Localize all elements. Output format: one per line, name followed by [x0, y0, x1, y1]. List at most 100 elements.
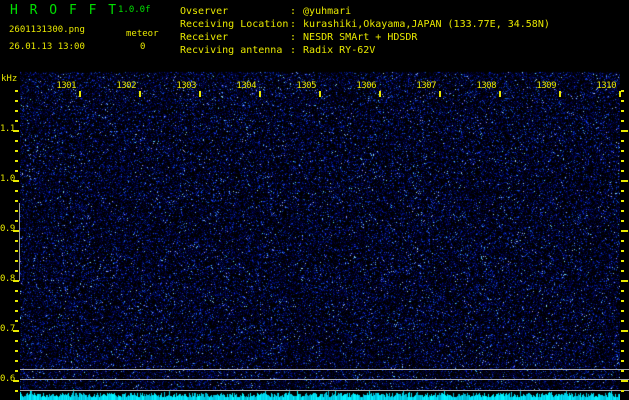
freq-tick-label: 1.1 — [0, 124, 15, 134]
meteor-count: 0 — [140, 42, 146, 52]
freq-major-tick-right — [621, 230, 628, 232]
freq-minor-tick-right — [621, 250, 624, 252]
time-tick — [199, 91, 201, 97]
time-tick — [559, 91, 561, 97]
freq-minor-tick — [15, 100, 18, 102]
freq-minor-tick-right — [621, 90, 624, 92]
freq-minor-tick — [15, 210, 18, 212]
info-row-location: Receiving Location: kurashiki,Okayama,JAP… — [180, 18, 550, 31]
freq-minor-tick-right — [621, 210, 624, 212]
freq-minor-tick-right — [621, 160, 624, 162]
freq-minor-tick — [15, 150, 18, 152]
info-label: Ovserver — [180, 6, 229, 17]
time-tick-label: 1305 — [296, 81, 316, 91]
freq-minor-tick — [15, 350, 18, 352]
freq-minor-tick-right — [621, 270, 624, 272]
freq-minor-tick — [15, 320, 18, 322]
time-tick — [259, 91, 261, 97]
freq-minor-tick — [15, 140, 18, 142]
freq-major-tick-right — [621, 130, 628, 132]
freq-minor-tick-right — [621, 320, 624, 322]
info-label: Recviving antenna — [180, 45, 283, 56]
freq-major-tick — [13, 130, 19, 132]
freq-minor-tick-right — [621, 360, 624, 362]
freq-minor-tick — [15, 190, 18, 192]
freq-axis-unit-label: kHz — [1, 74, 18, 84]
freq-minor-tick — [15, 200, 18, 202]
freq-minor-tick-right — [621, 290, 624, 292]
freq-tick-label: 0.7 — [0, 324, 15, 334]
info-row-antenna: Recviving antenna: Radix RY-62V — [180, 44, 550, 57]
freq-minor-tick — [15, 110, 18, 112]
freq-minor-tick — [15, 250, 18, 252]
freq-minor-tick-right — [621, 370, 624, 372]
freq-minor-tick — [15, 270, 18, 272]
info-value: NESDR SMArt + HDSDR — [303, 32, 418, 43]
time-tick-label: 1304 — [236, 81, 256, 91]
freq-minor-tick-right — [621, 200, 624, 202]
time-tick-label: 1307 — [416, 81, 436, 91]
freq-minor-tick-right — [621, 220, 624, 222]
time-tick-label: 1302 — [116, 81, 136, 91]
freq-minor-tick-right — [621, 300, 624, 302]
freq-major-tick-right — [621, 330, 628, 332]
freq-minor-tick — [15, 390, 18, 392]
freq-major-tick — [13, 330, 19, 332]
info-row-observer: Ovserver: @yuhmari — [180, 5, 550, 18]
freq-minor-tick-right — [621, 140, 624, 142]
info-row-receiver: Receiver: NESDR SMArt + HDSDR — [180, 31, 550, 44]
time-tick — [439, 91, 441, 97]
time-tick — [139, 91, 141, 97]
info-value: kurashiki,Okayama,JAPAN (133.77E, 34.58N… — [303, 19, 550, 30]
freq-tick-label: 1.0 — [0, 174, 15, 184]
freq-minor-tick-right — [621, 350, 624, 352]
reference-line-middle — [20, 379, 629, 380]
reference-line-upper — [20, 369, 629, 370]
spectrogram-canvas — [20, 70, 620, 400]
left-edge-marker-line — [19, 203, 20, 281]
freq-minor-tick-right — [621, 170, 624, 172]
freq-minor-tick — [15, 240, 18, 242]
info-value: @yuhmari — [303, 6, 352, 17]
time-tick-label: 1308 — [476, 81, 496, 91]
freq-major-tick-right — [621, 180, 628, 182]
app-version: 1.0.0f — [118, 5, 151, 15]
freq-minor-tick-right — [621, 100, 624, 102]
time-tick — [379, 91, 381, 97]
observation-info: Ovserver: @yuhmari Receiving Location: kur… — [180, 5, 550, 57]
freq-minor-tick — [15, 370, 18, 372]
info-label: Receiving Location — [180, 19, 289, 30]
app-title: H R O F F T — [10, 3, 119, 18]
freq-minor-tick — [15, 360, 18, 362]
freq-minor-tick-right — [621, 240, 624, 242]
freq-minor-tick — [15, 300, 18, 302]
freq-tick-label: 0.6 — [0, 374, 15, 384]
freq-major-tick — [13, 230, 19, 232]
observation-datetime: 26.01.13 13:00 — [9, 42, 85, 52]
freq-major-tick — [13, 380, 19, 382]
freq-minor-tick-right — [621, 110, 624, 112]
freq-major-tick — [13, 180, 19, 182]
freq-minor-tick — [15, 120, 18, 122]
time-tick — [319, 91, 321, 97]
info-value: Radix RY-62V — [303, 45, 376, 56]
freq-minor-tick-right — [621, 120, 624, 122]
freq-minor-tick-right — [621, 390, 624, 392]
hrofft-screen: H R O F F T 1.0.0f 2601131300.png meteor… — [0, 0, 629, 400]
info-label: Receiver — [180, 32, 229, 43]
time-tick — [79, 91, 81, 97]
reference-line-lower — [20, 390, 629, 391]
output-filename: 2601131300.png — [9, 25, 85, 35]
freq-minor-tick-right — [621, 310, 624, 312]
freq-minor-tick — [15, 90, 18, 92]
mode-label: meteor — [126, 29, 159, 39]
freq-major-tick-right — [621, 380, 628, 382]
freq-minor-tick — [15, 170, 18, 172]
freq-major-tick-right — [621, 280, 628, 282]
time-tick-label: 1303 — [176, 81, 196, 91]
freq-minor-tick — [15, 310, 18, 312]
freq-minor-tick-right — [621, 340, 624, 342]
freq-tick-label: 0.9 — [0, 224, 15, 234]
time-tick-label: 1301 — [56, 81, 76, 91]
time-tick-label: 1309 — [536, 81, 556, 91]
